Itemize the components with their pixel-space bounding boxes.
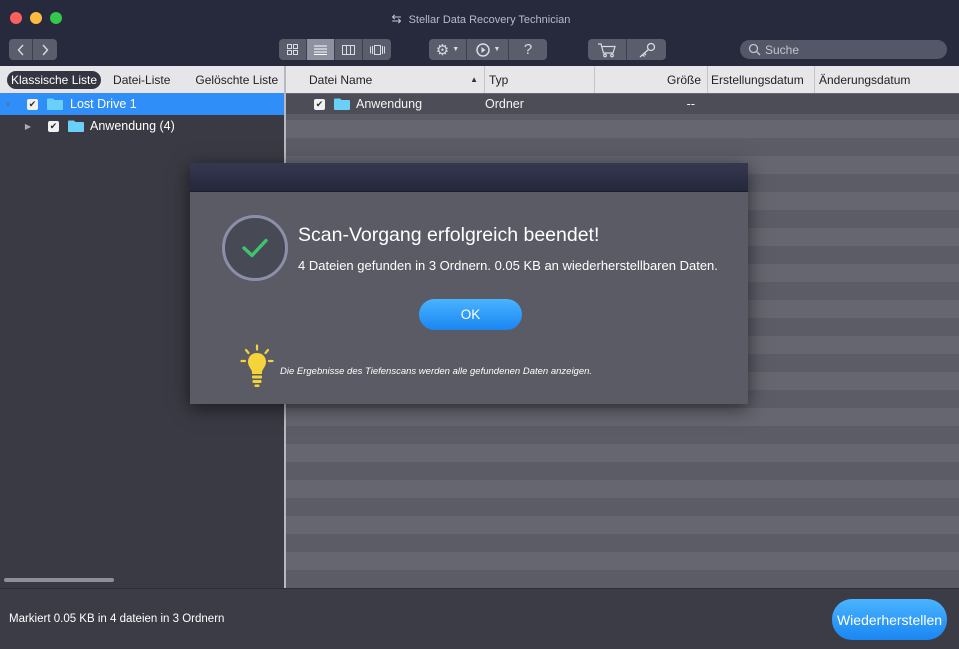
coverflow-icon <box>369 44 385 55</box>
chevron-right-icon <box>42 44 49 55</box>
column-header-name[interactable]: Datei Name ▲ <box>286 66 485 93</box>
window-title-container: ⇆ Stellar Data Recovery Technician <box>0 12 959 26</box>
tab-file-list[interactable]: Datei-Liste <box>109 70 174 90</box>
scan-complete-dialog: Scan-Vorgang erfolgreich beendet! 4 Date… <box>190 163 748 404</box>
tree-item-label: Anwendung (4) <box>90 119 175 133</box>
title-bar: ⇆ Stellar Data Recovery Technician ⚙ ▼ ▼… <box>0 0 959 66</box>
dialog-message: 4 Dateien gefunden in 3 Ordnern. 0.05 KB… <box>298 258 718 273</box>
search-icon <box>748 43 761 56</box>
checkmark-icon: ✔ <box>49 120 58 131</box>
activation-key-button[interactable] <box>627 39 666 60</box>
row-checkbox[interactable]: ✔ <box>314 98 325 110</box>
checkmark-icon: ✔ <box>28 98 37 109</box>
status-bar: Markiert 0.05 KB in 4 dateien in 3 Ordne… <box>0 588 959 649</box>
table-row[interactable]: ✔ Anwendung Ordner -- <box>286 94 959 114</box>
app-logo-icon: ⇆ <box>391 12 402 26</box>
expand-arrow-icon[interactable]: ▶ <box>23 122 33 131</box>
expand-arrow-icon[interactable]: ▼ <box>3 100 13 109</box>
column-header-modified[interactable]: Änderungsdatum <box>815 66 959 93</box>
ok-button[interactable]: OK <box>419 299 522 330</box>
cart-button[interactable] <box>588 39 627 60</box>
search-placeholder: Suche <box>765 42 800 57</box>
column-view-button[interactable] <box>335 39 363 60</box>
dialog-title-bar <box>190 163 748 192</box>
settings-menu-button[interactable]: ⚙ ▼ <box>429 39 467 60</box>
view-mode-group <box>279 39 391 60</box>
gear-icon: ⚙ <box>435 41 450 59</box>
sort-ascending-icon: ▲ <box>470 75 478 84</box>
navigation-group <box>9 39 57 60</box>
tree-item-lost-drive[interactable]: ▼ ✔ Lost Drive 1 <box>0 93 284 115</box>
tab-deleted-list[interactable]: Gelöschte Liste <box>191 70 282 90</box>
folder-icon <box>47 98 63 110</box>
help-button[interactable]: ? <box>509 39 547 60</box>
app-window: ⇆ Stellar Data Recovery Technician ⚙ ▼ ▼… <box>0 0 959 649</box>
column-header-size[interactable]: Größe <box>595 66 708 93</box>
chevron-left-icon <box>17 44 24 55</box>
checkmark-icon: ✔ <box>315 98 324 109</box>
tab-classic-list[interactable]: Klassische Liste <box>7 70 102 89</box>
window-title: Stellar Data Recovery Technician <box>408 14 571 26</box>
list-icon <box>314 45 327 55</box>
restore-button[interactable]: Wiederherstellen <box>832 599 947 640</box>
cell-size: -- <box>686 97 695 111</box>
cell-type: Ordner <box>485 97 524 111</box>
purchase-group <box>588 39 666 60</box>
back-button[interactable] <box>9 39 33 60</box>
cell-name: Anwendung <box>356 97 423 111</box>
dialog-tip: Die Ergebnisse des Tiefenscans werden al… <box>280 366 593 377</box>
column-header-created[interactable]: Erstellungsdatum <box>708 66 815 93</box>
horizontal-scrollbar[interactable] <box>4 578 114 582</box>
lightbulb-icon <box>240 344 274 387</box>
tree-item-label: Lost Drive 1 <box>70 97 137 111</box>
tree-checkbox-lost-drive[interactable]: ✔ <box>27 98 38 110</box>
tree-item-anwendung[interactable]: ▶ ✔ Anwendung (4) <box>0 115 284 137</box>
column-header-type[interactable]: Typ <box>485 66 595 93</box>
coverflow-view-button[interactable] <box>363 39 391 60</box>
cart-icon <box>598 42 616 57</box>
folder-icon <box>68 120 84 132</box>
icon-view-button[interactable] <box>279 39 307 60</box>
history-menu-button[interactable]: ▼ <box>467 39 509 60</box>
forward-button[interactable] <box>33 39 57 60</box>
key-icon <box>639 42 655 57</box>
dialog-title: Scan-Vorgang erfolgreich beendet! <box>298 224 600 246</box>
columns-icon <box>342 44 355 55</box>
selection-status: Markiert 0.05 KB in 4 dateien in 3 Ordne… <box>9 613 225 625</box>
search-input[interactable]: Suche <box>740 40 947 59</box>
history-icon <box>475 42 490 57</box>
tree-tabs: Klassische Liste Datei-Liste Gelöschte L… <box>0 66 284 93</box>
chevron-down-icon: ▼ <box>452 46 460 53</box>
success-check-icon <box>222 215 288 281</box>
tree-checkbox-anwendung[interactable]: ✔ <box>48 120 59 132</box>
table-header: Datei Name ▲ Typ Größe Erstellungsdatum … <box>286 66 959 93</box>
grid-icon <box>287 44 298 55</box>
tools-group: ⚙ ▼ ▼ ? <box>429 39 547 60</box>
list-view-button[interactable] <box>307 39 335 60</box>
folder-icon <box>334 98 350 110</box>
chevron-down-icon: ▼ <box>493 46 501 53</box>
